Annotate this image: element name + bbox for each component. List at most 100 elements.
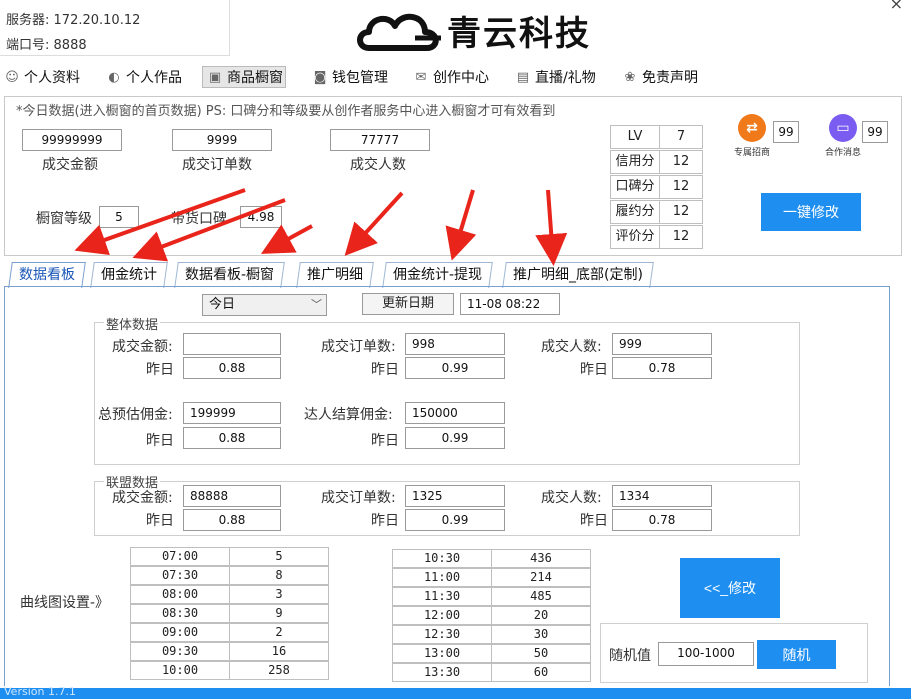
- deal-people-label: 成交人数: [350, 157, 406, 173]
- tab-label: 推广明细: [307, 267, 363, 283]
- overall-amount-label: 成交金额:: [112, 339, 173, 355]
- wallet-icon: ◙: [313, 69, 327, 85]
- tab-bar: 数据看板 佣金统计 数据看板-橱窗 推广明细 佣金统计-提现 推广明细_底部(定…: [0, 262, 911, 288]
- deal-orders-field[interactable]: 9999: [172, 129, 272, 151]
- value-cell[interactable]: 3: [229, 585, 329, 604]
- alliance-people-yest-field[interactable]: 0.78: [612, 509, 712, 531]
- score-value[interactable]: 7: [659, 125, 703, 149]
- period-select[interactable]: 今日 ﹀: [202, 294, 327, 316]
- score-value[interactable]: 12: [659, 150, 703, 174]
- nav-item-creator[interactable]: ✉ 创作中心: [411, 66, 489, 88]
- reputation-field[interactable]: 4.98: [240, 206, 282, 228]
- nav-item-wallet[interactable]: ◙ 钱包管理: [310, 66, 388, 88]
- time-cell: 08:30: [130, 604, 230, 623]
- alliance-amount-yest-label: 昨日: [146, 513, 174, 529]
- value-cell[interactable]: 16: [229, 642, 329, 661]
- nav-item-works[interactable]: ◐ 个人作品: [104, 66, 182, 88]
- score-value[interactable]: 12: [659, 175, 703, 199]
- time-cell: 13:30: [392, 663, 492, 682]
- nav-item-profile[interactable]: ☺ 个人资料: [2, 66, 80, 88]
- overall-amount-yest-label: 昨日: [146, 362, 174, 378]
- value-cell[interactable]: 485: [491, 587, 591, 606]
- deal-people-field[interactable]: 77777: [330, 129, 430, 151]
- nav-item-live-gift[interactable]: ▤ 直播/礼物: [513, 66, 596, 88]
- overall-orders-yest-label: 昨日: [371, 362, 399, 378]
- value-cell[interactable]: 5: [229, 547, 329, 566]
- port-line: 端口号: 8888: [6, 34, 87, 53]
- value-cell[interactable]: 436: [491, 549, 591, 568]
- value-cell[interactable]: 8: [229, 566, 329, 585]
- curve-modify-button[interactable]: <<_修改: [680, 558, 780, 618]
- value-cell[interactable]: 258: [229, 661, 329, 680]
- overall-people-yest-field[interactable]: 0.78: [612, 357, 712, 379]
- alliance-orders-label: 成交订单数:: [321, 490, 396, 506]
- score-value[interactable]: 12: [659, 225, 703, 249]
- overall-people-label: 成交人数:: [541, 339, 602, 355]
- tab-dashboard-window[interactable]: 数据看板-橱窗: [174, 262, 285, 288]
- status-bar: Version 1.7.1: [0, 685, 911, 699]
- value-cell[interactable]: 20: [491, 606, 591, 625]
- merchant-invite-count[interactable]: 99: [773, 121, 799, 143]
- overall-amount-field[interactable]: [183, 333, 281, 355]
- user-profile-icon: ☺: [5, 69, 19, 85]
- window-level-label: 橱窗等级: [36, 211, 92, 227]
- value-cell[interactable]: 9: [229, 604, 329, 623]
- overall-orders-field[interactable]: 998: [405, 333, 505, 355]
- tab-commission-withdraw[interactable]: 佣金统计-提现: [382, 262, 493, 288]
- value-cell[interactable]: 214: [491, 568, 591, 587]
- overall-data-title: 整体数据: [104, 314, 161, 333]
- overall-settle-yest-field[interactable]: 0.99: [405, 427, 505, 449]
- tab-commission[interactable]: 佣金统计: [90, 262, 168, 288]
- tab-promotion[interactable]: 推广明细: [296, 262, 374, 288]
- alliance-amount-field[interactable]: 88888: [183, 485, 281, 507]
- close-icon[interactable]: ×: [890, 0, 903, 13]
- overall-settle-commission-field[interactable]: 150000: [405, 402, 505, 424]
- alliance-orders-field[interactable]: 1325: [405, 485, 505, 507]
- value-cell[interactable]: 30: [491, 625, 591, 644]
- merchant-invite-caption: 专属招商: [734, 148, 771, 158]
- alliance-amount-yest-field[interactable]: 0.88: [183, 509, 281, 531]
- overall-people-field[interactable]: 999: [612, 333, 712, 355]
- nav-item-disclaimer[interactable]: ❀ 免责声明: [620, 66, 698, 88]
- cloud-icon: [357, 14, 441, 51]
- version-text: Version 1.7.1: [4, 685, 76, 698]
- nav-label: 免责声明: [642, 70, 698, 86]
- overall-amount-yest-field[interactable]: 0.88: [183, 357, 281, 379]
- merchant-invite-icon[interactable]: ⇄: [738, 114, 766, 142]
- window-level-field[interactable]: 5: [99, 206, 139, 228]
- overall-est-yest-field[interactable]: 0.88: [183, 427, 281, 449]
- disclaimer-icon: ❀: [624, 69, 636, 85]
- port-value: 8888: [53, 38, 87, 53]
- alliance-orders-yest-field[interactable]: 0.99: [405, 509, 505, 531]
- nav-label: 商品橱窗: [227, 70, 283, 86]
- server-info: 服务器: 172.20.10.12 端口号: 8888: [0, 0, 230, 56]
- coop-message-icon[interactable]: ▭: [829, 114, 857, 142]
- alliance-people-field[interactable]: 1334: [612, 485, 712, 507]
- value-cell[interactable]: 2: [229, 623, 329, 642]
- time-cell: 12:30: [392, 625, 492, 644]
- chevron-down-icon: ﹀: [311, 298, 322, 311]
- one-click-modify-button[interactable]: 一键修改: [761, 193, 861, 231]
- overall-people-yest-label: 昨日: [580, 362, 608, 378]
- tab-label: 佣金统计-提现: [393, 267, 483, 283]
- tab-label: 数据看板: [19, 267, 75, 283]
- score-value[interactable]: 12: [659, 200, 703, 224]
- coop-message-count[interactable]: 99: [862, 121, 888, 143]
- deal-amount-field[interactable]: 99999999: [22, 129, 122, 151]
- random-range-field[interactable]: 100-1000: [658, 642, 754, 666]
- tab-promotion-bottom[interactable]: 推广明细_底部(定制): [502, 262, 654, 288]
- random-button[interactable]: 随机: [757, 640, 836, 669]
- nav-item-shop-window[interactable]: ▣ 商品橱窗: [202, 66, 286, 88]
- value-cell[interactable]: 50: [491, 644, 591, 663]
- tab-dashboard[interactable]: 数据看板: [8, 262, 86, 288]
- time-cell: 09:30: [130, 642, 230, 661]
- update-date-button[interactable]: 更新日期: [362, 293, 454, 315]
- shop-window-icon: ▣: [208, 69, 222, 85]
- overall-orders-yest-field[interactable]: 0.99: [405, 357, 505, 379]
- update-date-field[interactable]: 11-08 08:22: [460, 293, 560, 315]
- value-cell[interactable]: 60: [491, 663, 591, 682]
- overall-est-commission-field[interactable]: 199999: [183, 402, 281, 424]
- alliance-people-yest-label: 昨日: [580, 513, 608, 529]
- time-cell: 10:30: [392, 549, 492, 568]
- overall-est-yest-label: 昨日: [146, 433, 174, 449]
